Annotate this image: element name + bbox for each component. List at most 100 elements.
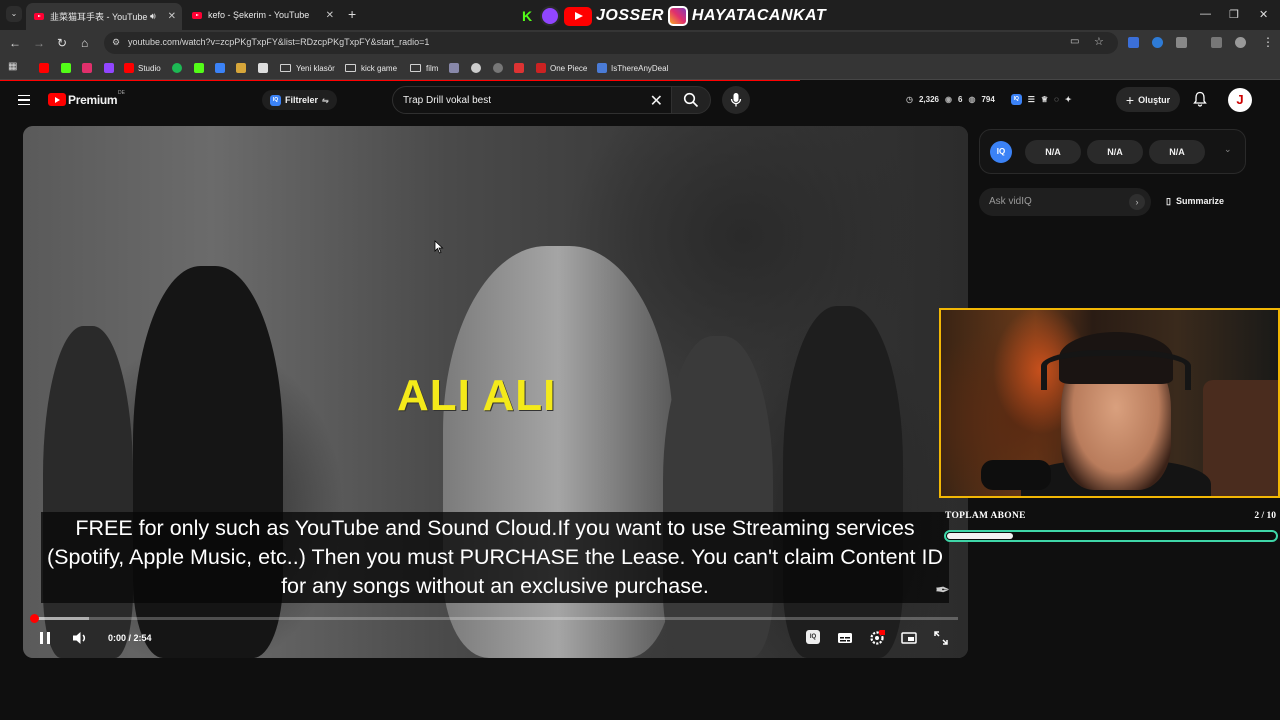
url-text: youtube.com/watch?v=zcpPKgTxpFY&list=RDz…	[128, 37, 430, 47]
summarize-button[interactable]: ▯ Summarize	[1166, 196, 1224, 207]
bookmark-ext-6[interactable]	[493, 61, 507, 75]
bookmark-one-piece[interactable]: One Piece	[536, 61, 587, 75]
video-person	[43, 326, 133, 658]
bookmark-spotify[interactable]	[172, 61, 186, 75]
vidiq-metric: N/A	[1087, 140, 1143, 164]
chevron-down-icon[interactable]: ⌄	[1224, 144, 1232, 155]
reading-list-icon[interactable]	[1211, 37, 1222, 48]
extension-audio-icon[interactable]	[1128, 37, 1139, 48]
tab-search-button[interactable]: ⌄	[6, 6, 22, 22]
vidiq-player-icon[interactable]: IQ	[806, 630, 820, 644]
bookmark-folder[interactable]: film	[410, 61, 438, 75]
site-info-icon[interactable]: ⚙	[112, 37, 120, 48]
volume-icon[interactable]	[71, 630, 89, 646]
vidiq-metric: N/A	[1149, 140, 1205, 164]
stat-views: 2,326	[918, 95, 940, 104]
sub-goal-fill	[947, 533, 1013, 539]
vidiq-icon[interactable]: IQ	[1010, 94, 1022, 105]
stat-eye: 6	[958, 95, 963, 104]
tab-close-icon[interactable]: ✕	[326, 10, 334, 21]
chat-icon[interactable]: ◌	[1054, 95, 1059, 104]
browser-tab-strip: ⌄ 韭菜猫耳手表 - YouTube 🔊︎ ✕ kefo - Şekerim -…	[0, 0, 1280, 30]
fullscreen-icon[interactable]	[933, 630, 949, 646]
clear-search-icon[interactable]: ✕	[650, 91, 663, 111]
subtitles-icon[interactable]	[837, 630, 853, 646]
restore-icon[interactable]: ❐	[1229, 8, 1239, 21]
bookmark-ext[interactable]	[215, 61, 229, 75]
bookmark-youtube[interactable]	[39, 61, 53, 75]
sparkle-icon[interactable]: ✦	[1065, 95, 1072, 104]
miniplayer-icon[interactable]	[901, 630, 917, 646]
hamburger-menu-icon[interactable]	[18, 95, 30, 105]
bookmark-folder[interactable]: kick game	[345, 61, 397, 75]
home-icon[interactable]: ⌂	[81, 36, 88, 50]
extensions-puzzle-icon[interactable]	[1176, 37, 1187, 48]
bookmark-instagram[interactable]	[82, 61, 96, 75]
bookmark-star-icon[interactable]: ☆	[1094, 35, 1104, 48]
install-app-icon[interactable]: ▭	[1070, 36, 1079, 47]
apps-grid-icon[interactable]: ▦	[8, 61, 17, 72]
vidiq-logo-icon: IQ	[990, 141, 1012, 163]
filters-label: Filtreler	[285, 95, 319, 105]
trophy-icon[interactable]: ♕	[1041, 95, 1048, 104]
extension-shield-icon[interactable]	[1152, 37, 1163, 48]
search-input[interactable]: Trap Drill vokal best ✕	[392, 86, 672, 114]
bookmark-ext-4[interactable]	[449, 61, 463, 75]
spotify-icon	[172, 63, 182, 73]
region-code: DE	[118, 90, 125, 96]
create-button[interactable]: + Oluştur	[1116, 87, 1180, 112]
bookmark-studio[interactable]: Studio	[124, 61, 161, 75]
scrubber-handle[interactable]	[30, 614, 39, 623]
account-avatar[interactable]: J	[1228, 88, 1252, 112]
list-icon[interactable]: ☰	[1028, 95, 1035, 104]
close-window-icon[interactable]: ✕	[1259, 8, 1268, 21]
bookmark-kick[interactable]	[61, 61, 75, 75]
bookmark-isthereanydeal[interactable]: IsThereAnyDeal	[597, 61, 668, 75]
youtube-favicon-icon	[34, 13, 44, 20]
back-icon[interactable]: ←	[9, 36, 21, 50]
browser-tab-active[interactable]: 韭菜猫耳手表 - YouTube 🔊︎ ✕	[26, 3, 182, 30]
webcam-chair	[1203, 380, 1278, 496]
settings-gear-icon[interactable]	[869, 630, 885, 646]
reload-icon[interactable]: ↻	[57, 36, 67, 50]
forward-icon[interactable]: →	[33, 36, 45, 50]
video-progress-bar[interactable]	[30, 614, 958, 623]
tab-title: 韭菜猫耳手表 - YouTube	[50, 12, 148, 22]
sub-goal-progress	[944, 530, 1278, 542]
deal-tag-icon	[597, 63, 607, 73]
search-query: Trap Drill vokal best	[403, 95, 491, 106]
voice-search-button[interactable]	[722, 86, 750, 114]
youtube-logo-icon[interactable]	[48, 93, 66, 106]
profile-icon[interactable]	[1235, 37, 1246, 48]
bookmark-ext-7[interactable]	[514, 61, 528, 75]
bookmark-icon	[449, 63, 459, 73]
bookmark-kick-2[interactable]	[194, 61, 208, 75]
address-bar[interactable]: ⚙ youtube.com/watch?v=zcpPKgTxpFY&list=R…	[104, 32, 1118, 54]
sliders-icon: ⇋	[322, 95, 329, 105]
browser-toolbar: ← → ↻ ⌂ ⚙ youtube.com/watch?v=zcpPKgTxpF…	[0, 30, 1280, 56]
bookmark-ext-2[interactable]	[236, 61, 250, 75]
new-tab-button[interactable]: +	[348, 6, 356, 22]
ask-vidiq-input[interactable]: Ask vidIQ ›	[979, 188, 1151, 216]
vidiq-filters-button[interactable]: IQ Filtreler ⇋	[262, 90, 337, 110]
search-button[interactable]	[671, 86, 711, 114]
pause-icon[interactable]	[40, 632, 50, 644]
youtube-studio-icon	[124, 63, 134, 73]
kick-icon	[194, 63, 204, 73]
bookmark-twitch[interactable]	[104, 61, 118, 75]
speaker-icon[interactable]: 🔊︎	[150, 11, 156, 22]
tab-title: kefo - Şekerim - YouTube	[208, 10, 310, 20]
video-person	[663, 336, 773, 658]
bookmark-ext-5[interactable]	[471, 61, 485, 75]
video-player[interactable]: ALI ALI FREE for only such as YouTube an…	[23, 126, 968, 658]
browser-tab[interactable]: kefo - Şekerim - YouTube ✕	[184, 4, 340, 26]
menu-kebab-icon[interactable]: ⋮	[1262, 35, 1274, 49]
minimize-icon[interactable]: —	[1200, 8, 1211, 20]
youtube-premium-logo[interactable]: Premium	[68, 93, 118, 107]
bookmark-folder[interactable]: Yeni klasör	[280, 61, 335, 75]
bookmark-label: kick game	[361, 63, 398, 73]
notifications-bell-icon[interactable]	[1192, 91, 1208, 107]
bookmark-ext-3[interactable]	[258, 61, 272, 75]
send-arrow-icon[interactable]: ›	[1129, 194, 1145, 210]
tab-close-icon[interactable]: ✕	[168, 11, 176, 22]
